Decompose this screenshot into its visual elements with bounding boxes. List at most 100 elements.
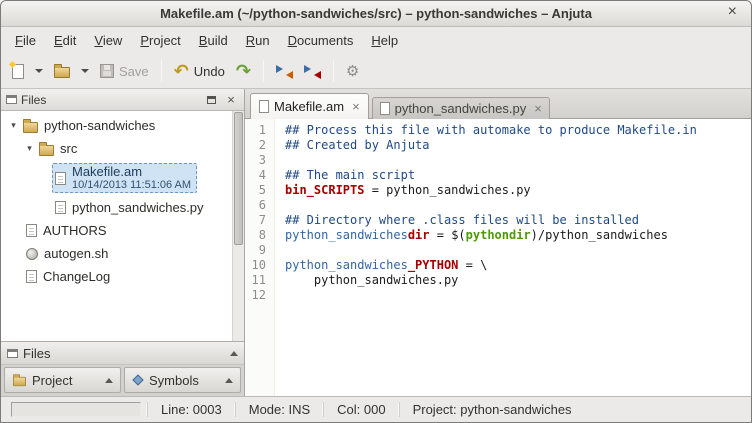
menu-item-help[interactable]: Help [362,29,407,52]
dock-tabs: Project Symbols [1,365,244,396]
restore-icon [207,96,216,104]
code-token: ## Created by Anjuta [285,138,430,152]
files-dock-label: Files [23,346,50,361]
document-icon [259,100,269,113]
code-line: ## Process this file with automake to pr… [285,123,751,138]
file-icon [55,172,66,185]
code-line: ## Created by Anjuta [285,138,751,153]
tree-item-label: ChangeLog [43,269,110,285]
menu-item-documents[interactable]: Documents [279,29,363,52]
new-file-dropdown[interactable] [30,58,48,85]
code-line: ## Directory where .class files will be … [285,213,751,228]
code-token: pythondir [466,228,531,242]
tab-close-icon[interactable]: × [534,102,542,115]
project-dock-label: Project [32,373,72,388]
line-number: 4 [245,168,274,183]
editor-body: 123456789101112 ## Process this file wit… [245,119,751,396]
tree-item-label: autogen.sh [44,246,108,262]
line-number: 2 [245,138,274,153]
code-token: = $( [430,228,466,242]
menu-item-file[interactable]: File [6,29,45,52]
editor-tab-makefile-am[interactable]: Makefile.am× [250,93,369,119]
save-button[interactable]: Save [95,58,154,85]
menu-item-view[interactable]: View [85,29,131,52]
line-number: 10 [245,258,274,273]
tree-item-authors[interactable]: AUTHORS [1,219,230,242]
expander-icon[interactable]: ▾ [23,143,36,154]
files-sidebar: Files × ▾python-sandwiches▾srcMakefile.a… [1,89,245,396]
titlebar[interactable]: Makefile.am (~/python-sandwiches/src) – … [1,1,751,27]
collapse-icon[interactable] [225,378,233,383]
code-token: _PYTHON [408,258,459,272]
chevron-down-icon [35,69,43,73]
tree-item-changelog[interactable]: ChangeLog [1,265,230,288]
collapse-icon[interactable] [105,378,113,383]
code-line: bin_SCRIPTS = python_sandwiches.py [285,183,751,198]
files-panel-header: Files × [1,89,244,111]
symbols-dock-label: Symbols [149,373,199,388]
dock-restore-button[interactable] [203,92,219,108]
menu-item-run[interactable]: Run [237,29,279,52]
menu-item-edit[interactable]: Edit [45,29,85,52]
project-dock-tab[interactable]: Project [4,367,121,393]
tree-item-label: python_sandwiches.py [72,200,204,216]
tree-scrollbar[interactable] [232,111,244,341]
status-col: Col: 000 [323,402,398,417]
document-icon [380,102,390,115]
toolbar-separator [161,60,162,82]
line-number: 12 [245,288,274,303]
window-title: Makefile.am (~/python-sandwiches/src) – … [160,6,592,21]
code-token: python_sandwiches [285,228,408,242]
open-file-button[interactable] [49,58,75,85]
editor-area: Makefile.am× python_sandwiches.py × 123456… [245,89,751,396]
preferences-button[interactable]: ⚙ [341,58,364,85]
window-close-button[interactable]: × [724,3,741,21]
pane-icon [7,349,18,358]
code-token: python_sandwiches.py [285,273,458,287]
collapse-icon[interactable] [230,351,238,356]
tree-item-python-sandwiches[interactable]: ▾python-sandwiches [1,114,230,137]
navigate-back-button[interactable] [271,58,298,85]
navigate-back-icon [276,64,293,79]
tree-item-python-sandwiches-py[interactable]: python_sandwiches.py [1,196,230,219]
code-line [285,288,751,303]
files-tree: ▾python-sandwiches▾srcMakefile.am10/14/2… [1,111,244,341]
tree-scrollbar-thumb[interactable] [234,112,243,245]
symbols-icon [132,374,143,385]
anjuta-window: Makefile.am (~/python-sandwiches/src) – … [0,0,752,423]
open-file-dropdown[interactable] [76,58,94,85]
toolbar: Save ↶ Undo ↷ ⚙ [1,54,751,89]
tree-item-makefile-am[interactable]: Makefile.am10/14/2013 11:51:06 AM [1,160,230,196]
undo-button[interactable]: ↶ Undo [169,58,230,85]
editor-tab-label: python_sandwiches.py [395,101,527,116]
toolbar-separator [263,60,264,82]
main-area: Files × ▾python-sandwiches▾srcMakefile.a… [1,89,751,396]
editor-tab-python-sandwiches-py[interactable]: python_sandwiches.py × [372,97,550,119]
tree-item-src[interactable]: ▾ src [1,137,230,160]
folder-icon [39,145,54,156]
dock-close-button[interactable]: × [223,92,239,108]
code-token: )/python_sandwiches [531,228,668,242]
code-line: python_sandwichesdir = $(pythondir)/pyth… [285,228,751,243]
open-folder-icon [54,67,70,78]
code-line: python_sandwiches_PYTHON = \ [285,258,751,273]
tree-item-autogen-sh[interactable]: autogen.sh [1,242,230,265]
toolbar-separator [333,60,334,82]
tree-item-label: src [60,141,77,157]
symbols-dock-tab[interactable]: Symbols [124,367,241,393]
redo-button[interactable]: ↷ [231,58,256,85]
line-number-gutter: 123456789101112 [245,119,275,396]
files-dock-bar[interactable]: Files [1,341,244,365]
code-area[interactable]: ## Process this file with automake to pr… [275,119,751,396]
code-line [285,153,751,168]
expander-icon[interactable]: ▾ [7,120,20,131]
new-file-button[interactable] [7,58,29,85]
code-token: ## Directory where .class files will be … [285,213,639,227]
line-number: 7 [245,213,274,228]
progress-well [11,402,141,417]
navigate-forward-button[interactable] [299,58,326,85]
status-mode: Mode: INS [235,402,323,417]
menu-item-project[interactable]: Project [131,29,189,52]
tab-close-icon[interactable]: × [352,100,360,113]
menu-item-build[interactable]: Build [190,29,237,52]
